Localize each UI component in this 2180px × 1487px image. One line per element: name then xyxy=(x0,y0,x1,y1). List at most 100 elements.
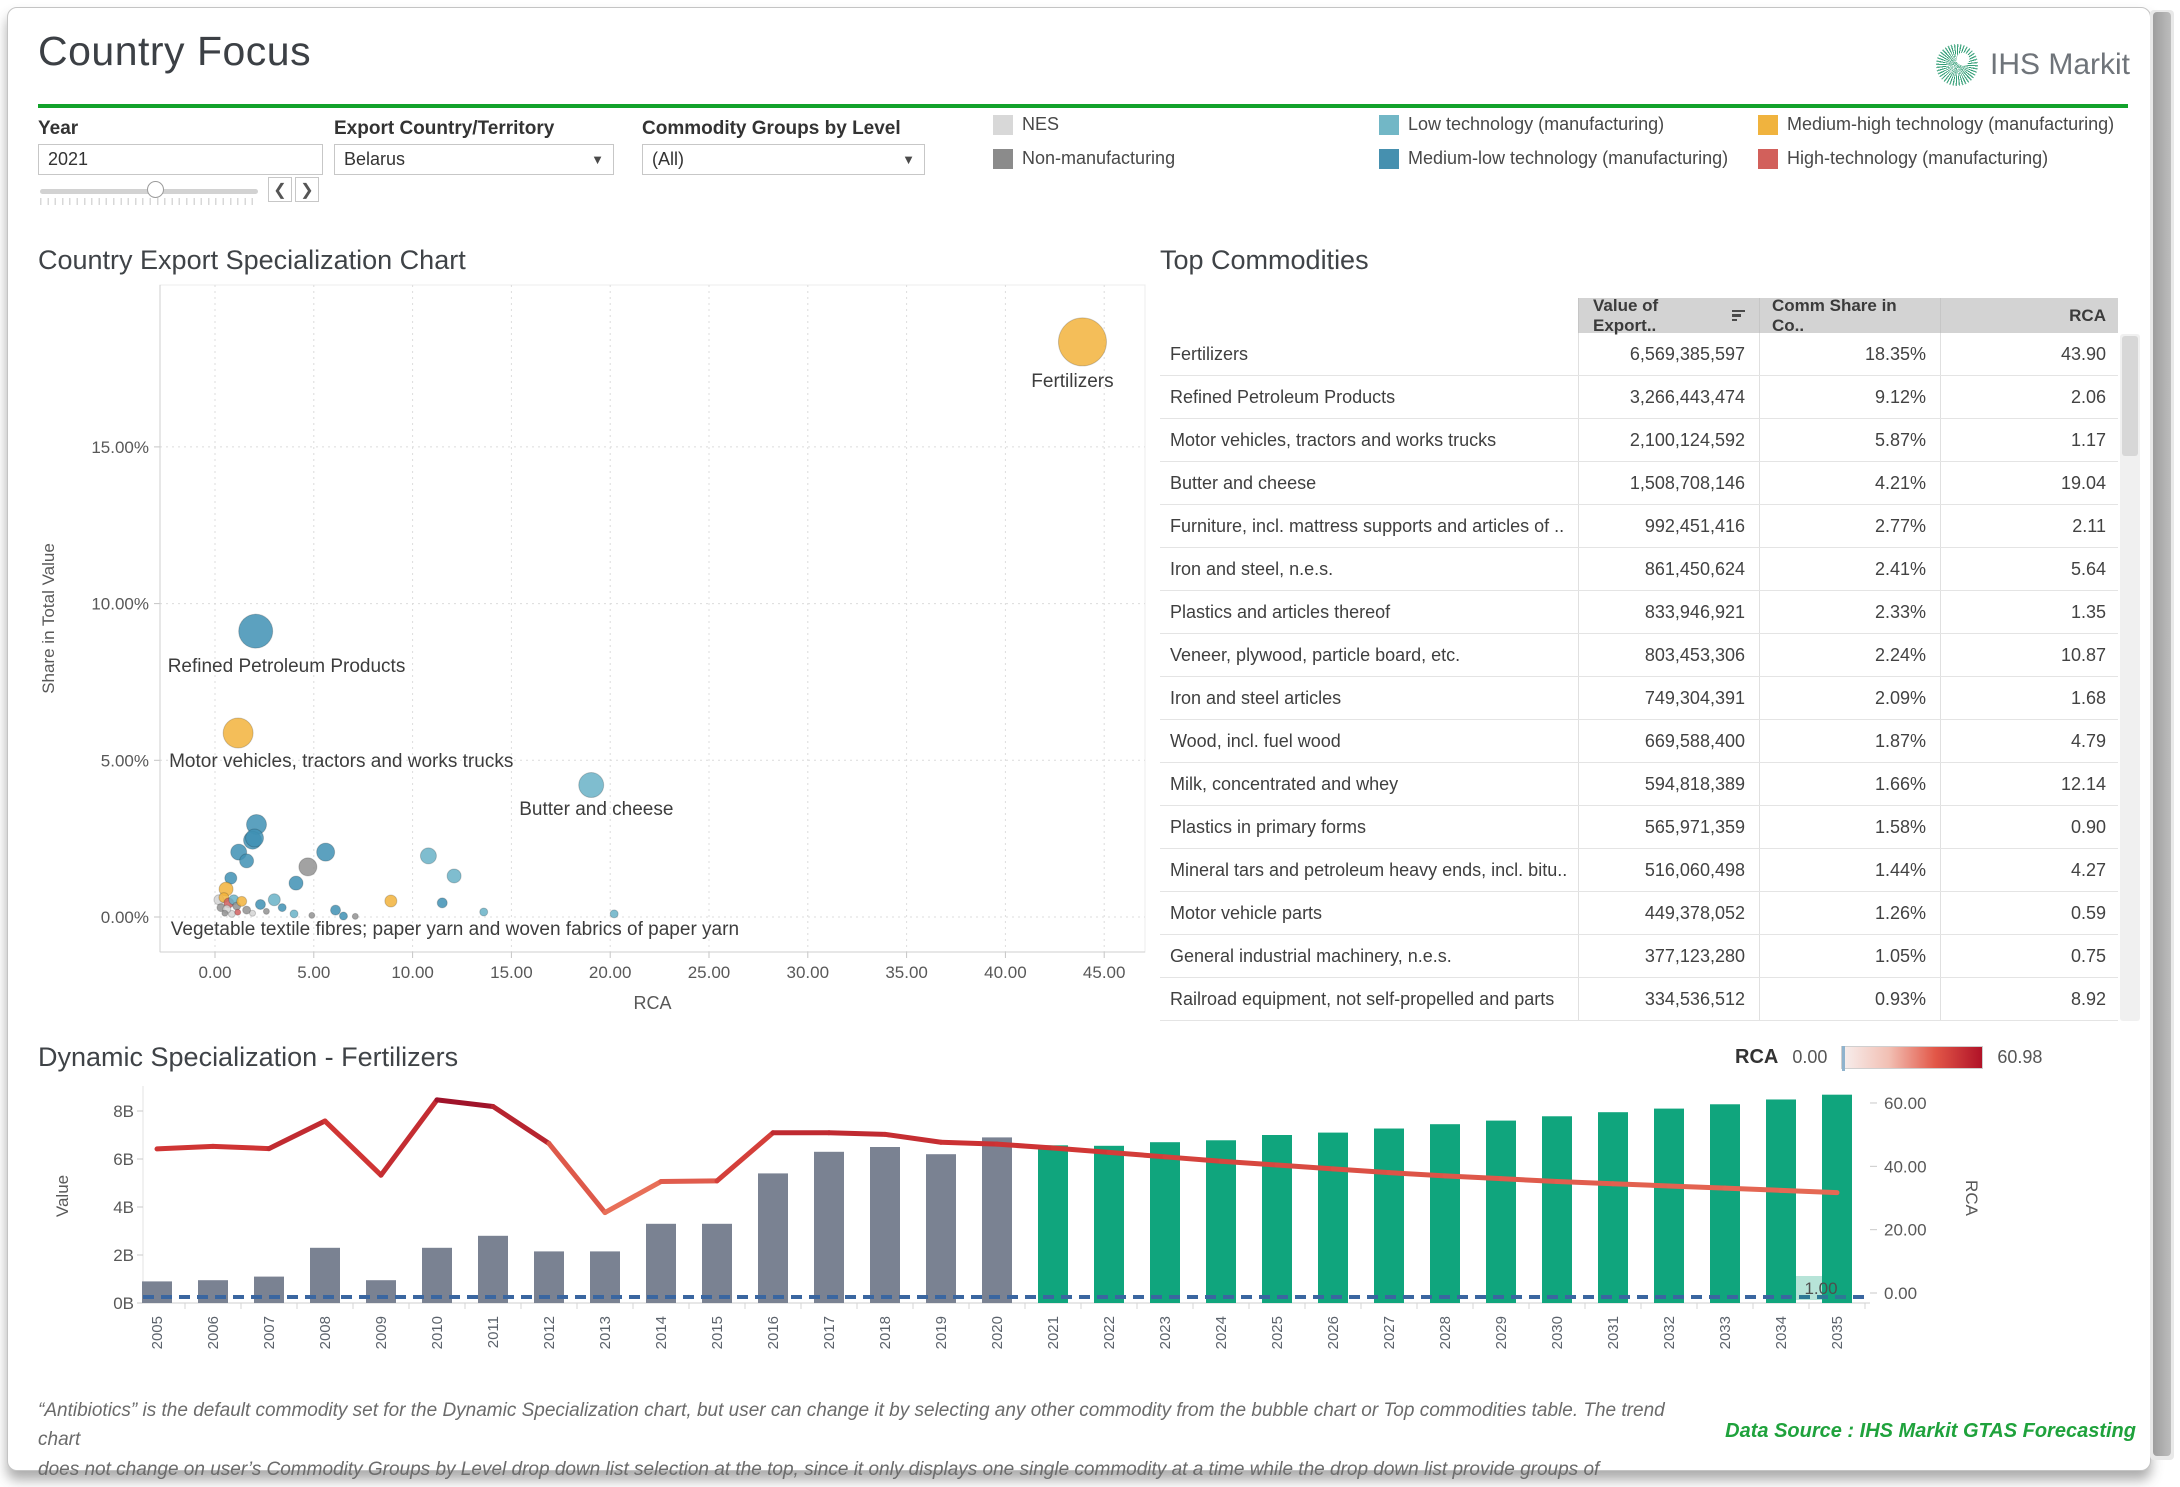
value-bar[interactable] xyxy=(926,1154,956,1303)
value-bar[interactable] xyxy=(1094,1145,1124,1303)
year-input[interactable] xyxy=(38,144,323,175)
year-prev-button[interactable]: ❮ xyxy=(268,177,292,202)
table-scrollbar-thumb[interactable] xyxy=(2122,336,2138,456)
year-slider-thumb[interactable] xyxy=(147,181,164,198)
value-bar[interactable] xyxy=(1598,1112,1628,1303)
value-bar[interactable] xyxy=(1542,1116,1572,1303)
value-bar[interactable] xyxy=(758,1173,788,1303)
bubble[interactable] xyxy=(222,717,254,749)
bubble[interactable] xyxy=(249,909,257,917)
table-row[interactable]: Wood, incl. fuel wood 669,588,400 1.87% 4.7… xyxy=(1160,720,2118,763)
bubble[interactable] xyxy=(245,828,265,848)
value-bar[interactable] xyxy=(1262,1135,1292,1303)
rca-line-segment[interactable] xyxy=(490,1103,552,1147)
rca-line-segment[interactable] xyxy=(1666,1183,1728,1191)
bubble[interactable] xyxy=(330,904,342,916)
bubble[interactable] xyxy=(288,875,304,891)
rca-line-segment[interactable] xyxy=(1778,1187,1840,1196)
table-row[interactable]: Furniture, incl. mattress supports and a… xyxy=(1160,505,2118,548)
value-bar[interactable] xyxy=(1486,1120,1516,1303)
value-bar[interactable] xyxy=(1374,1128,1404,1303)
sort-descending-icon[interactable] xyxy=(1732,309,1745,322)
table-row[interactable]: Iron and steel articles 749,304,391 2.09% 1… xyxy=(1160,677,2118,720)
table-row[interactable]: Plastics and articles thereof 833,946,921… xyxy=(1160,591,2118,634)
value-bar[interactable] xyxy=(1766,1099,1796,1303)
rca-gradient-bar[interactable] xyxy=(1841,1046,1984,1071)
value-bar[interactable] xyxy=(198,1280,228,1303)
table-row[interactable]: Veneer, plywood, particle board, etc. 803… xyxy=(1160,634,2118,677)
bubble[interactable] xyxy=(277,903,287,913)
table-row[interactable]: Mineral tars and petroleum heavy ends, i… xyxy=(1160,849,2118,892)
value-bar[interactable] xyxy=(1318,1132,1348,1303)
value-bar[interactable] xyxy=(310,1247,340,1303)
bubble[interactable] xyxy=(609,909,619,919)
rca-line-segment[interactable] xyxy=(378,1097,440,1178)
table-header-share[interactable]: Comm Share in Co.. xyxy=(1759,296,1940,335)
bubble[interactable] xyxy=(479,907,489,917)
table-row[interactable]: Butter and cheese 1,508,708,146 4.21% 19.04 xyxy=(1160,462,2118,505)
table-row[interactable]: Railroad equipment, not self-propelled a… xyxy=(1160,978,2118,1021)
bubble[interactable] xyxy=(298,857,318,877)
value-bar[interactable] xyxy=(870,1147,900,1303)
rca-line-segment[interactable] xyxy=(210,1143,272,1152)
rca-line-segment[interactable] xyxy=(1610,1181,1672,1189)
rca-line-segment[interactable] xyxy=(322,1118,384,1178)
rca-line-segment[interactable] xyxy=(546,1141,608,1216)
value-bar[interactable] xyxy=(646,1223,676,1303)
table-row[interactable]: Plastics in primary forms 565,971,359 1.58… xyxy=(1160,806,2118,849)
bubble[interactable] xyxy=(308,911,316,919)
rca-line-segment[interactable] xyxy=(658,1178,720,1185)
value-bar[interactable] xyxy=(1430,1124,1460,1303)
bubble[interactable] xyxy=(419,847,437,865)
rca-line-segment[interactable] xyxy=(882,1131,944,1145)
value-bar[interactable] xyxy=(1206,1140,1236,1303)
table-header-value[interactable]: Value of Export.. xyxy=(1578,296,1759,335)
value-bar[interactable] xyxy=(1150,1142,1180,1303)
rca-line-segment[interactable] xyxy=(826,1130,888,1137)
bubble[interactable] xyxy=(239,853,255,869)
table-row[interactable]: Milk, concentrated and whey 594,818,389 1.… xyxy=(1160,763,2118,806)
bubble[interactable] xyxy=(316,842,336,862)
country-dropdown[interactable]: Belarus ▼ xyxy=(334,144,614,175)
value-bar[interactable] xyxy=(422,1247,452,1303)
value-bar[interactable] xyxy=(1654,1108,1684,1303)
bubble[interactable] xyxy=(254,898,266,910)
bubble[interactable] xyxy=(446,868,462,884)
bubble[interactable] xyxy=(1057,317,1107,367)
export-specialization-bubble-chart[interactable]: 0.00 5.00 10.00 15.00 20.00 25.00 30.00 35.00 40… xyxy=(38,282,1160,1032)
table-row[interactable]: Motor vehicle parts 449,378,052 1.26% 0.59 xyxy=(1160,892,2118,935)
bubble[interactable] xyxy=(578,772,605,799)
bubble[interactable] xyxy=(267,893,281,907)
rca-line-segment[interactable] xyxy=(1442,1173,1504,1182)
bubble[interactable] xyxy=(236,895,248,907)
rca-line-segment[interactable] xyxy=(266,1118,328,1152)
value-bar[interactable] xyxy=(366,1280,396,1303)
table-row[interactable]: Iron and steel, n.e.s. 861,450,624 2.41% 5.… xyxy=(1160,548,2118,591)
bubble[interactable] xyxy=(221,909,229,917)
level-dropdown[interactable]: (All) ▼ xyxy=(642,144,925,175)
table-header-rca[interactable]: RCA xyxy=(1940,298,2118,333)
table-row[interactable]: Refined Petroleum Products 3,266,443,474 9… xyxy=(1160,376,2118,419)
bubble[interactable] xyxy=(384,894,398,908)
table-row[interactable]: Motor vehicles, tractors and works truck… xyxy=(1160,419,2118,462)
value-bar[interactable] xyxy=(254,1276,284,1303)
bubble[interactable] xyxy=(436,897,448,909)
value-bar[interactable] xyxy=(702,1223,732,1303)
rca-line-segment[interactable] xyxy=(1386,1170,1448,1179)
year-next-button[interactable]: ❯ xyxy=(295,177,319,202)
bubble[interactable] xyxy=(238,613,274,649)
rca-line-segment[interactable] xyxy=(1722,1185,1784,1193)
bubble[interactable] xyxy=(289,909,299,919)
rca-line-segment[interactable] xyxy=(1554,1179,1616,1187)
value-bar[interactable] xyxy=(142,1281,172,1303)
rca-line-segment[interactable] xyxy=(602,1179,664,1216)
rca-line-segment[interactable] xyxy=(1498,1176,1560,1185)
rca-line-segment[interactable] xyxy=(434,1097,496,1109)
value-bar[interactable] xyxy=(1038,1145,1068,1303)
value-bar[interactable] xyxy=(1822,1094,1852,1303)
bubble[interactable] xyxy=(262,907,270,915)
value-bar[interactable] xyxy=(814,1151,844,1303)
dynamic-specialization-chart[interactable]: 0B 2B 4B 6B 8B Value 0.00 20.00 40.00 60.00 RCA 200… xyxy=(38,1078,2142,1398)
value-bar[interactable] xyxy=(478,1235,508,1303)
value-bar[interactable] xyxy=(982,1137,1012,1303)
